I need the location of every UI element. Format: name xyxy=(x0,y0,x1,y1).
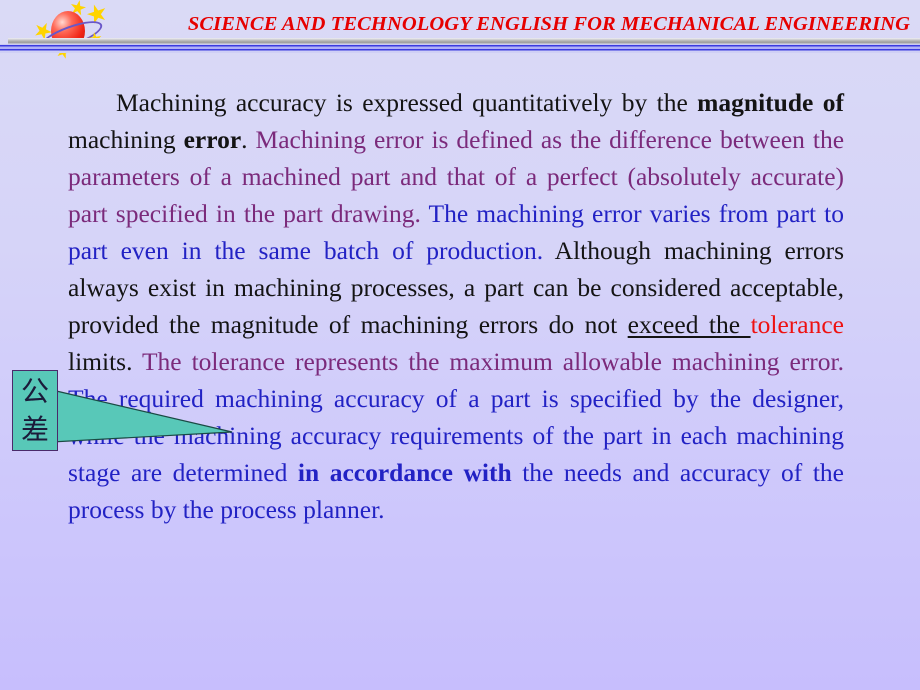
callout-pointer-shape xyxy=(51,389,233,443)
text-segment-4: . xyxy=(241,125,256,154)
callout-label-box[interactable]: 公 差 xyxy=(12,370,58,451)
callout-char-cha: 差 xyxy=(20,412,49,446)
callout-char-gong: 公 xyxy=(20,374,49,408)
text-segment-3: error xyxy=(183,125,242,154)
text-segment-0: Machining accuracy is expressed quantita… xyxy=(116,88,698,117)
text-segment-13: in accordance with xyxy=(297,458,512,487)
slide-header: SCIENCE AND TECHNOLOGY ENGLISH FOR MECHA… xyxy=(0,0,920,57)
text-segment-1: magnitude of xyxy=(697,88,844,117)
planet-with-stars-icon xyxy=(14,0,126,66)
header-divider-blue xyxy=(0,44,920,53)
text-segment-2: machining xyxy=(68,125,184,154)
text-segment-9: tolerance xyxy=(750,310,844,339)
text-segment-8: exceed the xyxy=(627,310,751,339)
tolerance-callout[interactable]: 公 差 xyxy=(0,360,260,470)
presentation-slide: SCIENCE AND TECHNOLOGY ENGLISH FOR MECHA… xyxy=(0,0,920,690)
page-title: SCIENCE AND TECHNOLOGY ENGLISH FOR MECHA… xyxy=(187,13,911,35)
